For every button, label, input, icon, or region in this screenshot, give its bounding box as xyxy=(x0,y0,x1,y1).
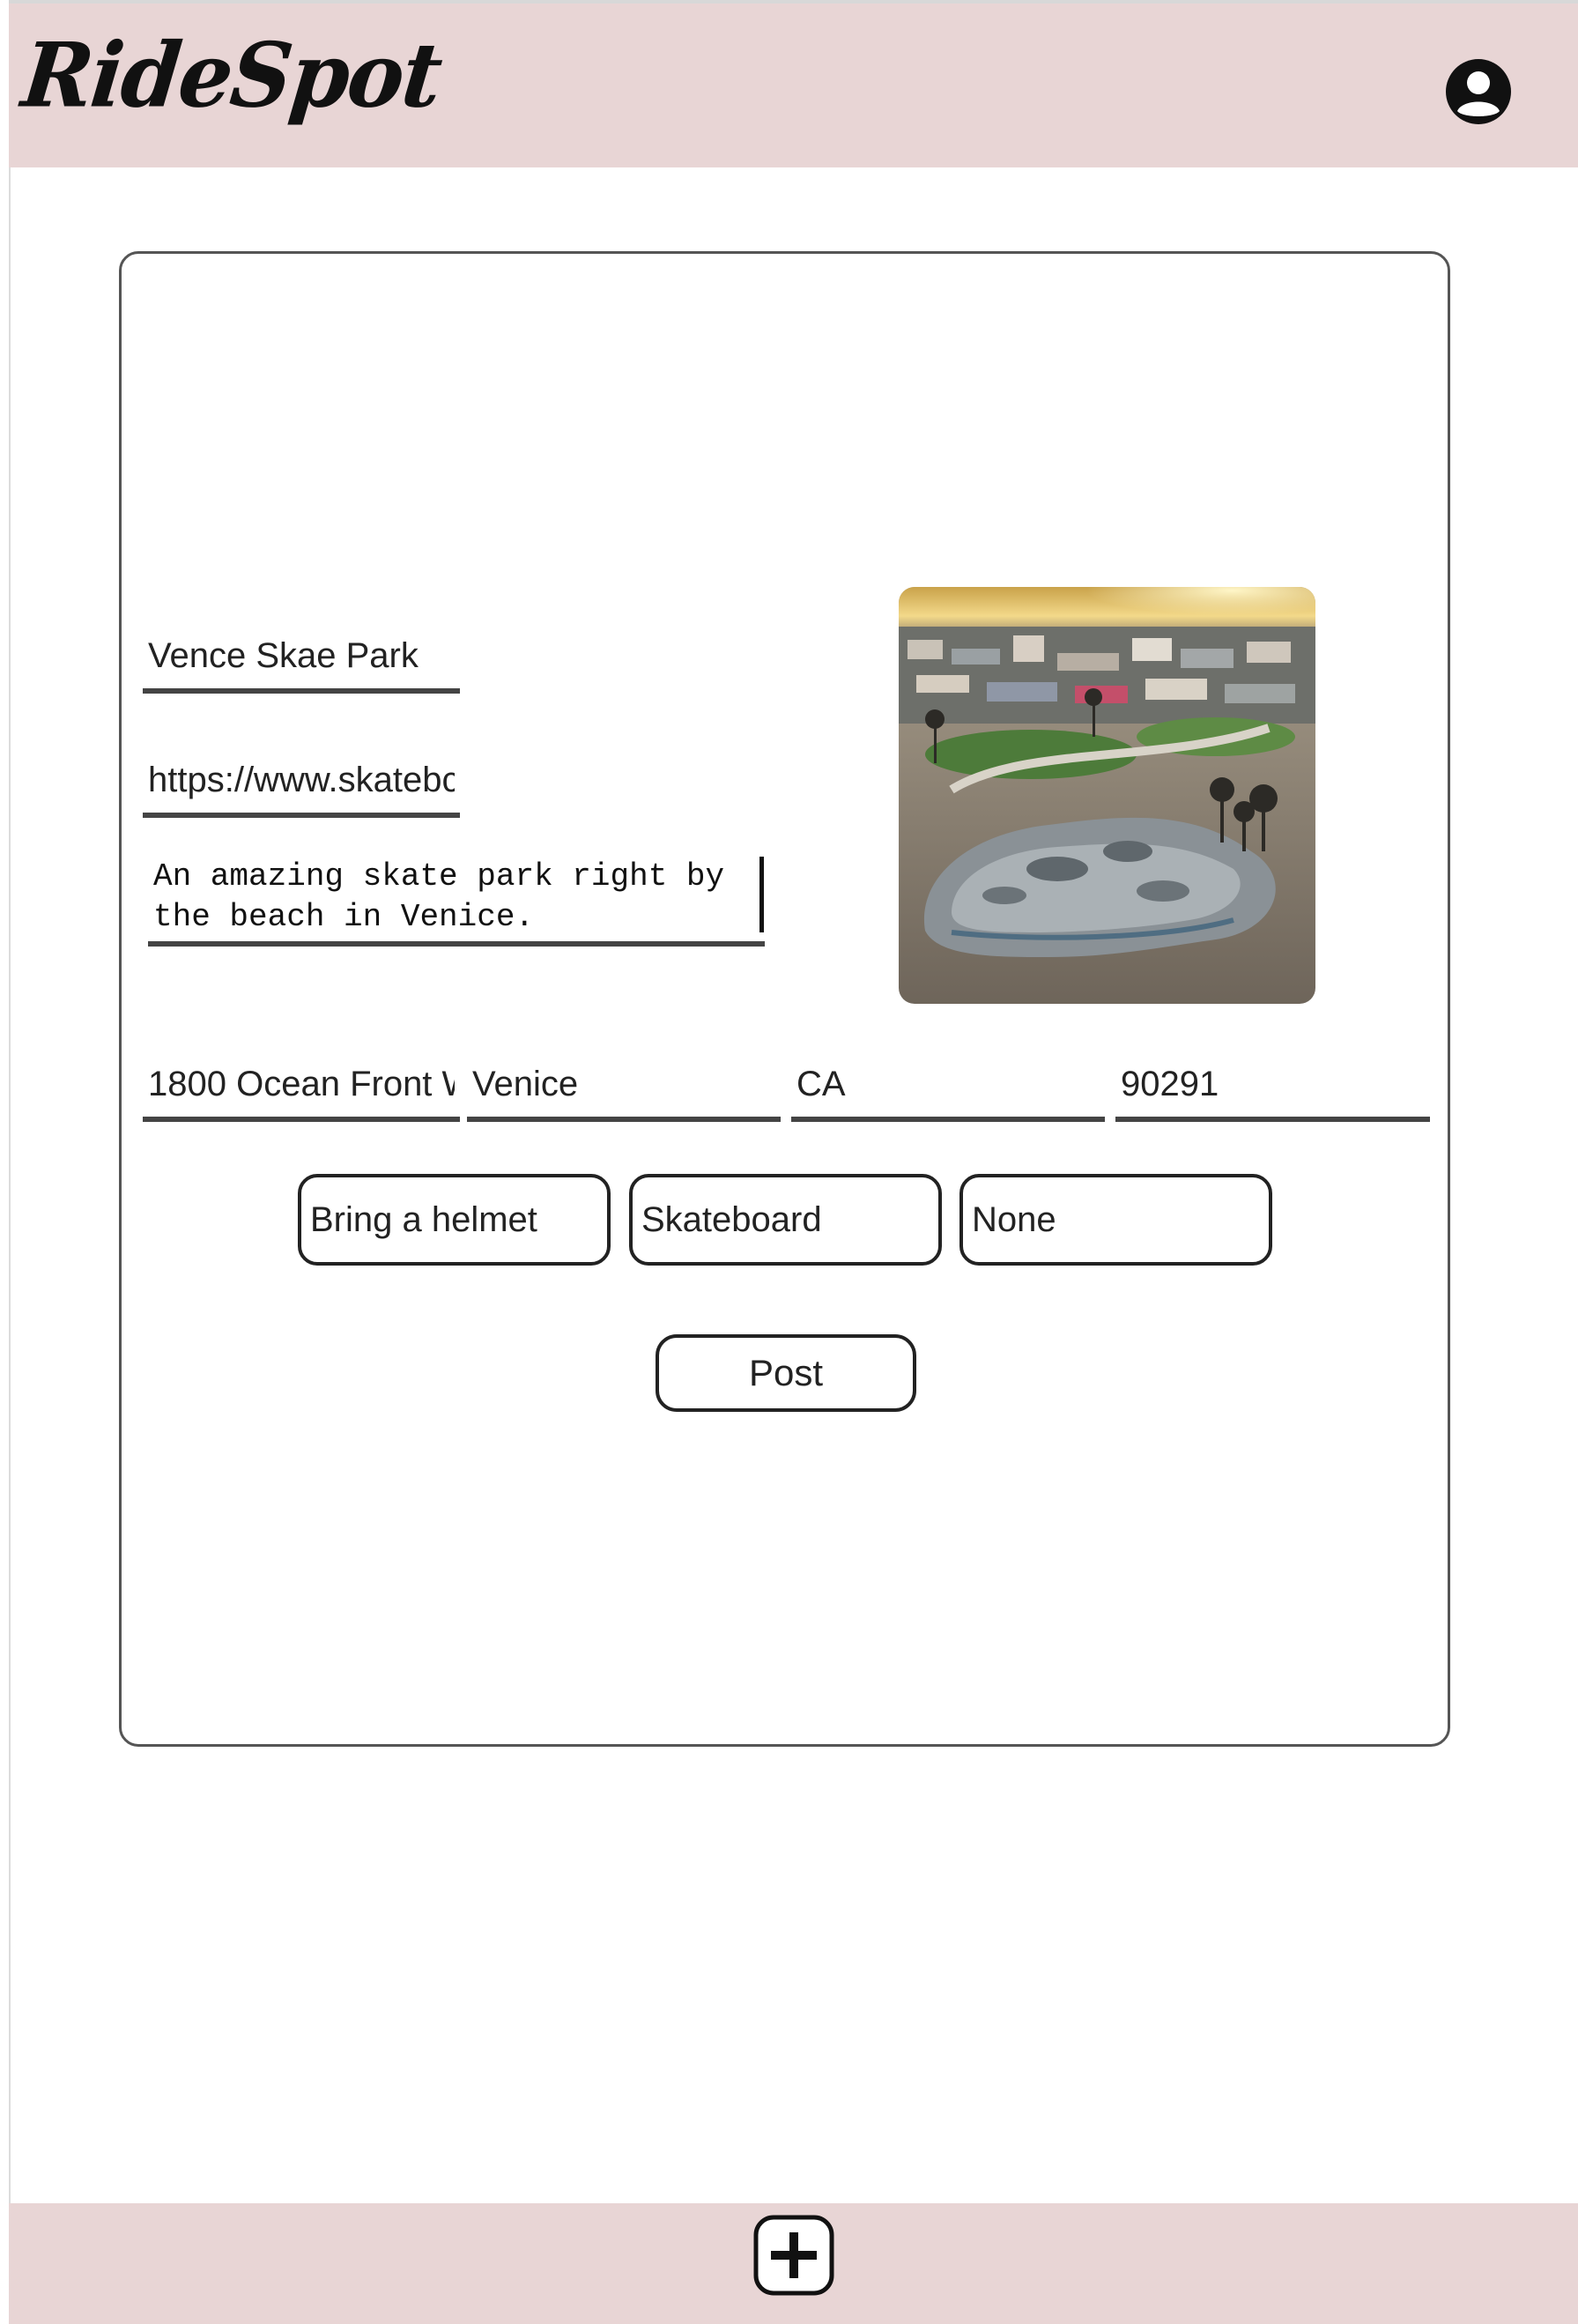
tag-chip-safety[interactable]: Bring a helmet xyxy=(298,1174,611,1266)
top-bar: RideSpot xyxy=(9,0,1578,167)
tag-chip-equipment[interactable]: Skateboard xyxy=(629,1174,942,1266)
zip-input[interactable] xyxy=(1115,1065,1430,1104)
street-field[interactable] xyxy=(143,1043,460,1122)
skate-park-photo[interactable] xyxy=(899,587,1315,1004)
spot-url-field[interactable] xyxy=(143,739,460,818)
zip-field[interactable] xyxy=(1115,1043,1430,1122)
app-logo[interactable]: RideSpot xyxy=(18,23,446,128)
state-input[interactable] xyxy=(791,1065,1105,1104)
description-field[interactable]: An amazing skate park right by the beach… xyxy=(148,848,765,947)
skate-park-photo-illustration xyxy=(899,587,1315,1004)
account-circle-icon[interactable] xyxy=(1443,56,1514,127)
city-field[interactable] xyxy=(467,1043,781,1122)
text-cursor xyxy=(759,857,764,932)
plus-icon[interactable] xyxy=(753,2215,834,2296)
street-input[interactable] xyxy=(143,1065,460,1104)
post-button[interactable]: Post xyxy=(656,1334,916,1412)
state-field[interactable] xyxy=(791,1043,1105,1122)
city-input[interactable] xyxy=(467,1065,781,1104)
tag-chip-fee[interactable]: None xyxy=(959,1174,1272,1266)
spot-name-input[interactable] xyxy=(143,636,460,676)
spot-name-field[interactable] xyxy=(143,614,460,694)
description-textarea[interactable]: An amazing skate park right by the beach… xyxy=(153,857,735,938)
spot-url-input[interactable] xyxy=(143,761,460,800)
